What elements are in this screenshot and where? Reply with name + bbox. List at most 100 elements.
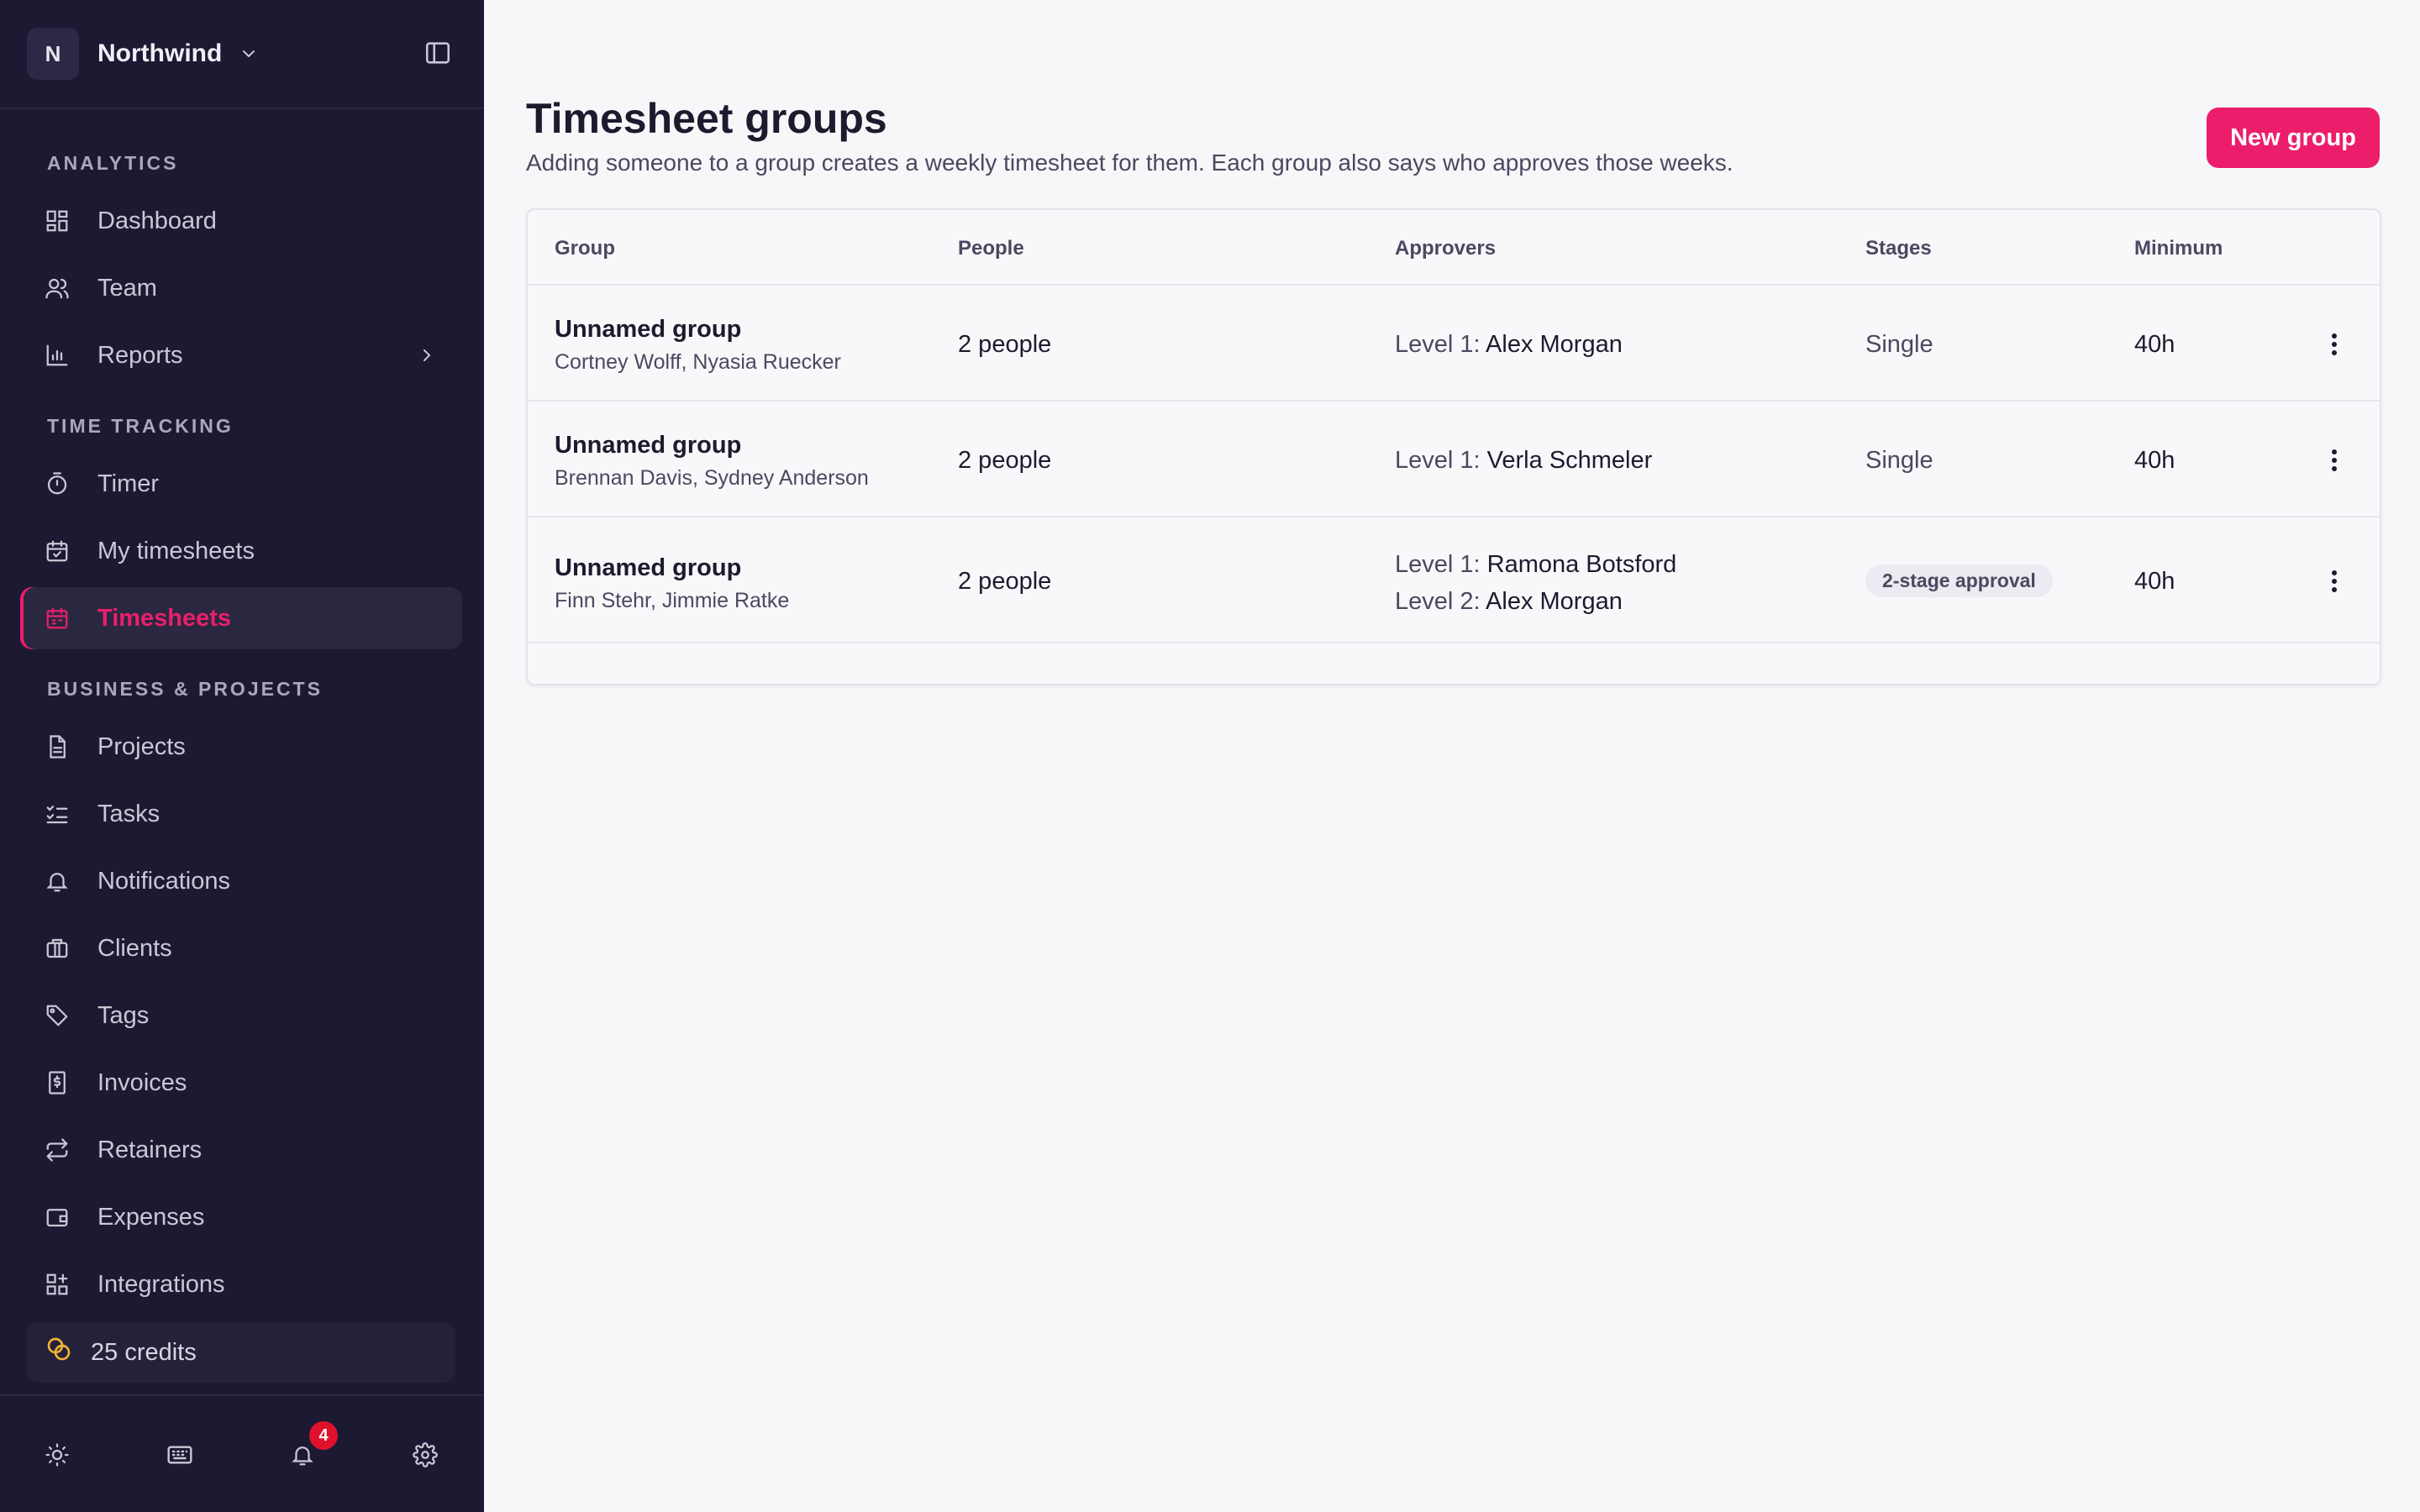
document-icon <box>42 732 72 762</box>
section-title-business-projects: BUSINESS & PROJECTS <box>47 678 323 700</box>
section-title-time-tracking: TIME TRACKING <box>47 415 234 437</box>
section-title-analytics: ANALYTICS <box>47 152 179 174</box>
briefcase-icon <box>42 933 72 963</box>
group-members: Cortney Wolff, Nyasia Ruecker <box>555 350 841 374</box>
sidebar-item-label: Timesheets <box>97 604 232 632</box>
people-count: 2 people <box>958 331 1052 358</box>
more-options-icon[interactable] <box>2317 564 2351 598</box>
chevron-down-icon[interactable] <box>239 44 259 64</box>
approver-line: Level 1: Verla Schmeler <box>1395 447 1652 475</box>
stage-badge: 2-stage approval <box>1865 564 2053 597</box>
approver-name: Alex Morgan <box>1486 331 1623 358</box>
sidebar-item-invoices[interactable]: Invoices <box>20 1052 462 1114</box>
group-cell: Unnamed group Brennan Davis, Sydney Ande… <box>555 432 869 491</box>
sidebar-item-label: Expenses <box>97 1203 205 1231</box>
sidebar-item-label: Reports <box>97 341 183 369</box>
checklist-icon <box>42 799 72 829</box>
sidebar-item-integrations[interactable]: Integrations <box>20 1253 462 1315</box>
group-members: Brennan Davis, Sydney Anderson <box>555 466 869 490</box>
approver-line: Level 1: Ramona Botsford <box>1395 546 1676 583</box>
group-name[interactable]: Unnamed group <box>555 554 789 582</box>
groups-table: Group People Approvers Stages Minimum Un… <box>526 208 2381 685</box>
group-name[interactable]: Unnamed group <box>555 432 869 459</box>
sidebar-item-timer[interactable]: Timer <box>20 453 462 515</box>
settings-gear-icon[interactable] <box>408 1438 442 1472</box>
repeat-icon <box>42 1135 72 1165</box>
sidebar-collapse-icon[interactable] <box>424 39 452 71</box>
column-header-minimum[interactable]: Minimum <box>2134 237 2223 260</box>
row-divider <box>528 400 2380 402</box>
header-divider <box>528 284 2380 286</box>
column-header-group[interactable]: Group <box>555 237 615 260</box>
credits-label: 25 credits <box>91 1338 197 1366</box>
sidebar-item-reports[interactable]: Reports <box>20 324 462 386</box>
keyboard-icon[interactable] <box>163 1438 197 1472</box>
sidebar-item-notifications[interactable]: Notifications <box>20 850 462 912</box>
sidebar-item-label: Invoices <box>97 1068 187 1096</box>
grid-plus-icon <box>42 1269 72 1299</box>
more-options-icon[interactable] <box>2317 328 2351 361</box>
workspace-avatar[interactable]: N <box>27 28 79 80</box>
sidebar-item-tasks[interactable]: Tasks <box>20 783 462 845</box>
stages-value: Single <box>1865 331 1933 358</box>
sidebar-item-label: Tags <box>97 1001 150 1029</box>
sidebar-item-clients[interactable]: Clients <box>20 917 462 979</box>
wallet-icon <box>42 1202 72 1232</box>
minimum-value: 40h <box>2134 447 2175 474</box>
calendar-check-icon <box>42 536 72 566</box>
sidebar-item-label: Dashboard <box>97 207 217 234</box>
sidebar-item-label: My timesheets <box>97 537 255 564</box>
stopwatch-icon <box>42 469 72 499</box>
people-count: 2 people <box>958 568 1052 595</box>
minimum-value: 40h <box>2134 331 2175 358</box>
sidebar-footer: 4 <box>0 1394 484 1512</box>
invoice-icon <box>42 1068 72 1098</box>
sidebar-item-dashboard[interactable]: Dashboard <box>20 190 462 252</box>
stages-value: Single <box>1865 447 1933 474</box>
sidebar-item-projects[interactable]: Projects <box>20 716 462 778</box>
new-group-button[interactable]: New group <box>2207 108 2380 168</box>
chevron-right-icon <box>417 344 437 372</box>
more-options-icon[interactable] <box>2317 444 2351 477</box>
approver-name: Verla Schmeler <box>1486 447 1653 474</box>
column-header-stages[interactable]: Stages <box>1865 237 1932 260</box>
group-name[interactable]: Unnamed group <box>555 316 841 344</box>
sidebar-item-label: Team <box>97 274 157 302</box>
bar-chart-icon <box>42 340 72 370</box>
sidebar-item-tags[interactable]: Tags <box>20 984 462 1047</box>
column-header-people[interactable]: People <box>958 237 1024 260</box>
approvers-cell: Level 1: Ramona Botsford Level 2: Alex M… <box>1395 546 1676 620</box>
sidebar-item-my-timesheets[interactable]: My timesheets <box>20 520 462 582</box>
column-header-approvers[interactable]: Approvers <box>1395 237 1496 260</box>
users-icon <box>42 273 72 303</box>
coins-icon <box>45 1336 72 1369</box>
people-count: 2 people <box>958 447 1052 474</box>
workspace-header: N Northwind <box>0 0 484 109</box>
approver-name: Alex Morgan <box>1486 588 1623 615</box>
sidebar-item-timesheets[interactable]: Timesheets <box>20 587 462 649</box>
sidebar-item-label: Retainers <box>97 1136 203 1163</box>
row-divider <box>528 516 2380 517</box>
credits-button[interactable]: 25 credits <box>27 1322 455 1383</box>
row-divider <box>528 642 2380 643</box>
sidebar-item-retainers[interactable]: Retainers <box>20 1119 462 1181</box>
notifications-bell-icon[interactable]: 4 <box>286 1421 338 1472</box>
approver-name: Ramona Botsford <box>1486 551 1677 578</box>
workspace-name[interactable]: Northwind <box>97 39 222 68</box>
approver-line: Level 1: Alex Morgan <box>1395 331 1623 359</box>
approver-line: Level 2: Alex Morgan <box>1395 583 1676 620</box>
bell-icon <box>42 866 72 896</box>
sidebar-item-expenses[interactable]: Expenses <box>20 1186 462 1248</box>
sidebar-item-label: Tasks <box>97 800 160 827</box>
notification-badge: 4 <box>309 1421 338 1450</box>
sidebar-item-label: Projects <box>97 732 186 760</box>
group-members: Finn Stehr, Jimmie Ratke <box>555 589 790 612</box>
sidebar: N Northwind ANALYTICS Dashboard Team Rep… <box>0 0 484 1512</box>
sidebar-item-label: Timer <box>97 470 160 497</box>
page-title: Timesheet groups <box>526 95 887 142</box>
approver-level: Level 1: <box>1395 551 1481 578</box>
group-cell: Unnamed group Cortney Wolff, Nyasia Ruec… <box>555 316 841 375</box>
tag-icon <box>42 1000 72 1031</box>
sidebar-item-team[interactable]: Team <box>20 257 462 319</box>
theme-toggle-icon[interactable] <box>40 1438 74 1472</box>
